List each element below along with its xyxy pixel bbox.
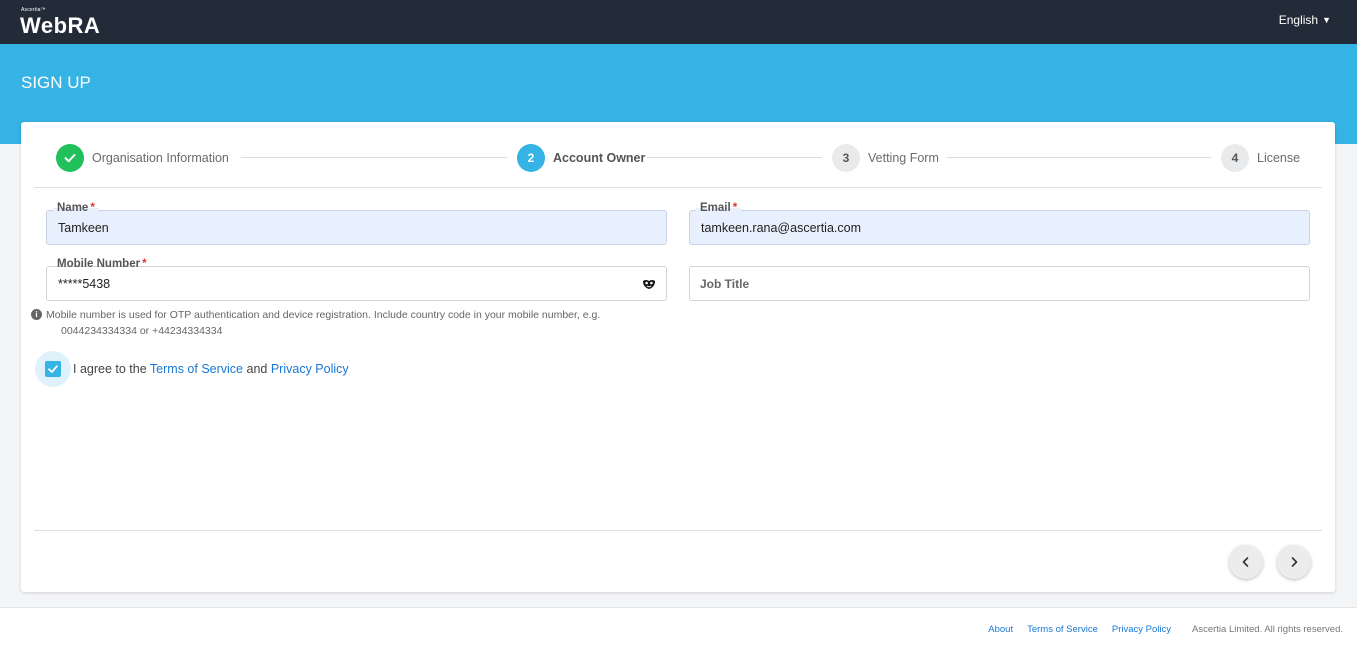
step-connector bbox=[947, 157, 1211, 158]
agree-and: and bbox=[246, 362, 268, 376]
terms-agreement-text: I agree to the Terms of Service and Priv… bbox=[73, 362, 349, 376]
mobile-number-value: *****5438 bbox=[58, 277, 111, 291]
divider bbox=[34, 530, 1322, 531]
brand-logo-ra: RA bbox=[67, 13, 101, 38]
name-label: Name * bbox=[53, 202, 99, 214]
privacy-policy-link[interactable]: Privacy Policy bbox=[271, 362, 349, 376]
footer: About Terms of Service Privacy Policy As… bbox=[0, 607, 1357, 655]
agree-prefix: I agree to the bbox=[73, 362, 147, 376]
footer-links: About Terms of Service Privacy Policy As… bbox=[988, 624, 1343, 635]
name-field[interactable]: Name * Tamkeen bbox=[46, 202, 667, 245]
language-label: English bbox=[1278, 13, 1319, 27]
next-button[interactable] bbox=[1277, 545, 1311, 579]
checkbox-checked-icon bbox=[45, 361, 61, 377]
footer-privacy-link[interactable]: Privacy Policy bbox=[1112, 624, 1171, 635]
name-value: Tamkeen bbox=[58, 221, 109, 235]
stepper: Organisation Information 2 Account Owner… bbox=[21, 122, 1335, 188]
brand-logo[interactable]: WebRA bbox=[20, 13, 100, 39]
top-bar: Ascertia™ WebRA English ▼ bbox=[0, 0, 1357, 44]
divider bbox=[34, 187, 1322, 188]
hint-line-1: Mobile number is used for OTP authentica… bbox=[46, 309, 601, 321]
step-license[interactable]: 4 License bbox=[1221, 144, 1300, 172]
mobile-number-label: Mobile Number * bbox=[53, 258, 151, 270]
step-number: 4 bbox=[1221, 144, 1249, 172]
step-complete-check-icon bbox=[56, 144, 84, 172]
step-number: 3 bbox=[832, 144, 860, 172]
hint-line-2: 0044234334334 or +44234334334 bbox=[61, 325, 223, 337]
step-label: Vetting Form bbox=[868, 151, 939, 165]
chevron-left-icon bbox=[1242, 557, 1249, 567]
terms-agreement: I agree to the Terms of Service and Priv… bbox=[35, 351, 349, 387]
footer-copyright: Ascertia Limited. All rights reserved. bbox=[1191, 624, 1343, 635]
mask-toggle-icon[interactable] bbox=[642, 278, 656, 290]
step-label: Organisation Information bbox=[92, 151, 229, 165]
footer-terms-link[interactable]: Terms of Service bbox=[1027, 624, 1098, 635]
caret-down-icon: ▼ bbox=[1322, 15, 1331, 25]
info-icon: i bbox=[31, 309, 42, 320]
step-connector bbox=[241, 157, 507, 158]
terms-of-service-link[interactable]: Terms of Service bbox=[150, 362, 243, 376]
footer-about-link[interactable]: About bbox=[988, 624, 1013, 635]
step-connector bbox=[647, 157, 822, 158]
language-selector[interactable]: English ▼ bbox=[1279, 13, 1331, 27]
step-vetting-form[interactable]: 3 Vetting Form bbox=[832, 144, 939, 172]
mobile-number-field[interactable]: Mobile Number * *****5438 bbox=[46, 258, 667, 301]
signup-card: Organisation Information 2 Account Owner… bbox=[21, 122, 1335, 592]
email-label: Email * bbox=[696, 202, 742, 214]
email-field[interactable]: Email * tamkeen.rana@ascertia.com bbox=[689, 202, 1310, 245]
chevron-right-icon bbox=[1291, 557, 1298, 567]
brand-logo-web: Web bbox=[20, 13, 68, 38]
terms-checkbox[interactable] bbox=[35, 351, 71, 387]
step-organisation-information[interactable]: Organisation Information bbox=[56, 144, 229, 172]
step-label: License bbox=[1257, 151, 1301, 165]
mobile-number-hint: i Mobile number is used for OTP authenti… bbox=[31, 307, 646, 339]
step-account-owner[interactable]: 2 Account Owner bbox=[517, 144, 645, 172]
job-title-field[interactable]: Job Title bbox=[689, 266, 1310, 301]
email-value: tamkeen.rana@ascertia.com bbox=[701, 221, 861, 235]
previous-button[interactable] bbox=[1229, 545, 1263, 579]
step-label: Account Owner bbox=[553, 151, 646, 165]
page-title: SIGN UP bbox=[21, 73, 91, 92]
job-title-placeholder: Job Title bbox=[700, 277, 750, 291]
step-number: 2 bbox=[517, 144, 545, 172]
